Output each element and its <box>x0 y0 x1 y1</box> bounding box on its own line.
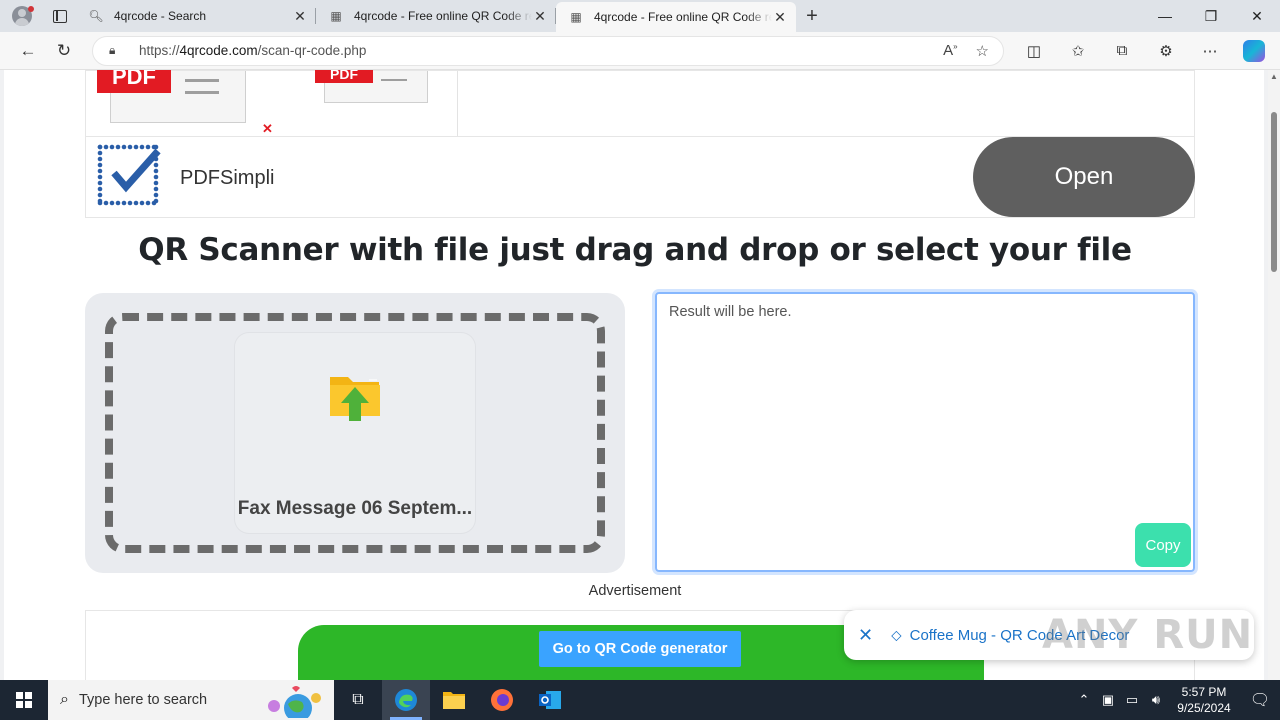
file-drop-zone[interactable]: Fax Message 06 Septem... <box>85 293 625 573</box>
doc-line <box>185 91 219 94</box>
favorite-star-icon[interactable]: ☆ <box>976 42 989 60</box>
tab-actions-button[interactable] <box>44 0 76 32</box>
tab-4qrcode-1[interactable]: ▦ 4qrcode - Free online QR Code re ✕ <box>316 0 556 32</box>
clock-time: 5:57 PM <box>1181 685 1227 699</box>
url-prefix: https:// <box>139 43 180 58</box>
tab-4qrcode-2[interactable]: ▦ 4qrcode - Free online QR Code re ✕ <box>556 2 796 32</box>
split-screen-icon[interactable]: ◫ <box>1012 35 1056 67</box>
copilot-button[interactable] <box>1232 35 1276 67</box>
toast-close-icon[interactable]: ✕ <box>858 625 873 646</box>
notifications-icon[interactable]: 🗨︎ <box>1240 680 1280 720</box>
page-scrollbar[interactable]: ▲ <box>1268 70 1280 680</box>
new-tab-button[interactable]: + <box>796 0 828 32</box>
minimize-button[interactable]: — <box>1142 0 1188 32</box>
more-menu-icon[interactable]: ⋯ <box>1188 35 1232 67</box>
taskbar-search-placeholder: Type here to search <box>78 692 208 708</box>
ad-divider <box>457 71 458 137</box>
url-path: /scan-qr-code.php <box>257 43 367 58</box>
clock-date: 9/25/2024 <box>1177 701 1231 715</box>
edge-icon <box>395 689 417 711</box>
firefox-icon <box>491 689 513 711</box>
file-name: Fax Message 06 Septem... <box>237 498 473 519</box>
refresh-button[interactable]: ↻ <box>46 35 82 67</box>
pdf-label: PDF <box>97 70 171 93</box>
search-icon: 🔍︎ <box>88 9 104 23</box>
url-domain: 4qrcode.com <box>179 43 258 58</box>
scrollbar-thumb[interactable] <box>1271 112 1277 272</box>
scroll-up-icon[interactable]: ▲ <box>1270 72 1278 81</box>
web-page: PDF PDF ✕ PDFSimpli Open QR Scanner with… <box>0 70 1268 680</box>
read-aloud-icon[interactable]: A» <box>943 42 957 60</box>
pdfsimpli-logo-icon <box>97 144 161 206</box>
windows-logo-icon <box>16 692 32 708</box>
page-title: QR Scanner with file just drag and drop … <box>138 232 1132 268</box>
close-tab-icon[interactable]: ✕ <box>772 9 788 25</box>
folder-icon <box>443 692 465 709</box>
pdf-thumbnail-right: PDF <box>315 70 428 103</box>
show-hidden-icons-icon[interactable]: ⌃ <box>1072 692 1096 708</box>
close-tab-icon[interactable]: ✕ <box>292 8 308 24</box>
doc-line <box>381 79 407 81</box>
copy-button[interactable]: Copy <box>1135 523 1191 567</box>
advertisement-label: Advertisement <box>588 583 682 599</box>
notification-dot-icon <box>28 6 34 12</box>
qr-icon: ▦ <box>570 10 582 24</box>
navigation-bar: ← ↻ 🔒︎ https://4qrcode.com/scan-qr-code.… <box>0 32 1280 70</box>
task-view-button[interactable]: ⧉ <box>334 680 382 720</box>
tab-strip: 🔍︎ 4qrcode - Search ✕ ▦ 4qrcode - Free o… <box>0 0 1280 32</box>
outlook-button[interactable] <box>526 680 574 720</box>
favorites-icon[interactable]: ✩ <box>1056 35 1100 67</box>
tab-title: 4qrcode - Search <box>114 9 207 23</box>
pdf-thumbnail-left: PDF <box>97 70 246 123</box>
tab-search[interactable]: 🔍︎ 4qrcode - Search ✕ <box>76 0 316 32</box>
selected-file-card[interactable]: Fax Message 06 Septem... <box>235 333 475 533</box>
pdf-label-small: PDF <box>315 70 373 83</box>
advertiser-name: PDFSimpli <box>180 167 275 189</box>
file-explorer-button[interactable] <box>430 680 478 720</box>
firefox-button[interactable] <box>478 680 526 720</box>
page-content: PDF PDF ✕ PDFSimpli Open QR Scanner with… <box>4 70 1264 680</box>
tab-title: 4qrcode - Free online QR Code re <box>594 10 772 24</box>
result-placeholder: Result will be here. <box>669 304 792 320</box>
clock[interactable]: 5:57 PM 9/25/2024 <box>1168 684 1240 716</box>
display-icon[interactable]: ▭ <box>1120 692 1144 708</box>
doc-line <box>185 79 219 82</box>
tag-icon: ⬦ <box>891 626 902 644</box>
network-icon[interactable]: ▣ <box>1096 692 1120 708</box>
close-window-button[interactable]: ✕ <box>1234 0 1280 32</box>
back-button[interactable]: ← <box>10 35 46 67</box>
ad-close-icon[interactable]: ✕ <box>262 121 273 137</box>
result-textarea[interactable]: Result will be here. Copy <box>655 292 1195 572</box>
collections-icon[interactable]: ⧉ <box>1100 35 1144 67</box>
go-to-generator-button[interactable]: Go to QR Code generator <box>539 631 741 667</box>
outlook-icon <box>539 691 561 709</box>
task-view-icon: ⧉ <box>352 691 364 708</box>
search-icon: ⌕ <box>60 691 69 708</box>
address-bar[interactable]: 🔒︎ https://4qrcode.com/scan-qr-code.php … <box>92 35 1004 66</box>
ad-open-button[interactable]: Open <box>973 137 1195 217</box>
taskbar-search-box[interactable]: ⌕ Type here to search <box>48 680 334 720</box>
extensions-icon[interactable]: ⚙ <box>1144 35 1188 67</box>
volume-icon[interactable]: 🔊︎ <box>1144 692 1168 708</box>
folder-upload-icon <box>330 377 380 421</box>
qr-icon: ▦ <box>330 9 342 23</box>
profile-button[interactable] <box>0 0 44 32</box>
tab-actions-icon <box>53 9 67 23</box>
restore-button[interactable]: ❐ <box>1188 0 1234 32</box>
search-highlight-globe-icon <box>268 686 321 718</box>
copilot-icon <box>1243 39 1265 62</box>
anyrun-watermark: ANY RUN <box>1042 612 1254 658</box>
windows-taskbar: ⌕ Type here to search ⧉ ⌃ ▣ ▭ 🔊︎ 5:57 PM… <box>0 680 1280 720</box>
start-button[interactable] <box>0 680 48 720</box>
lock-icon[interactable]: 🔒︎ <box>109 43 127 58</box>
tab-title: 4qrcode - Free online QR Code re <box>354 9 532 23</box>
close-tab-icon[interactable]: ✕ <box>532 8 548 24</box>
edge-taskbar-button[interactable] <box>382 680 430 720</box>
top-advertisement[interactable]: PDF PDF ✕ PDFSimpli Open <box>85 70 1195 218</box>
